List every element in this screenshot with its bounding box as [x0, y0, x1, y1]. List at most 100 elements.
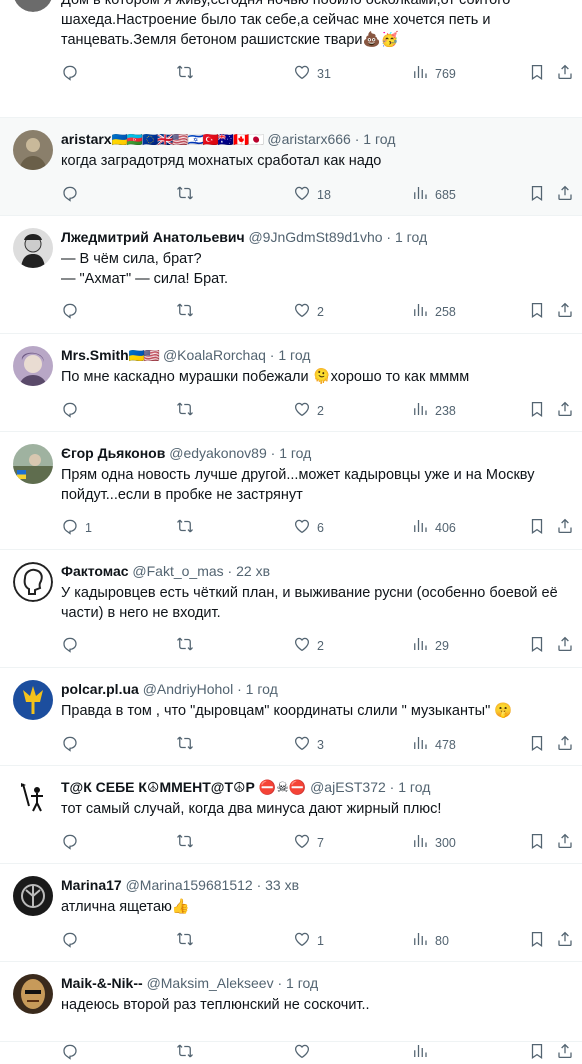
share-button[interactable]	[556, 734, 574, 755]
author-handle[interactable]: @AndriyHohol	[143, 681, 233, 697]
share-button[interactable]	[556, 517, 574, 538]
timestamp[interactable]: 1 год	[286, 975, 318, 991]
tweet[interactable]: Фактомас @Fakt_o_mas · 22 хв У кадыровцев…	[0, 550, 582, 668]
bookmark-button[interactable]	[528, 734, 546, 755]
reply-button[interactable]	[61, 635, 85, 656]
bookmark-button[interactable]	[528, 63, 546, 84]
avatar[interactable]	[13, 778, 53, 818]
like-button[interactable]: 18	[293, 184, 331, 205]
views-button[interactable]: 238	[411, 400, 456, 421]
like-button[interactable]: 2	[293, 635, 324, 656]
retweet-button[interactable]	[176, 734, 200, 755]
bookmark-button[interactable]	[528, 635, 546, 656]
like-button[interactable]	[293, 1042, 317, 1063]
share-button[interactable]	[556, 832, 574, 853]
tweet[interactable]: Mrs.Smith🇺🇦🇺🇸 @KoalaRorchaq · 1 год По мн…	[0, 334, 582, 432]
reply-button[interactable]	[61, 832, 85, 853]
tweet[interactable]: polcar.pl.ua @AndriyHohol · 1 год Правда …	[0, 668, 582, 766]
timestamp[interactable]: 1 год	[398, 779, 430, 795]
author-handle[interactable]: @ajEST372	[310, 779, 386, 795]
like-button[interactable]: 2	[293, 400, 324, 421]
like-button[interactable]: 2	[293, 301, 324, 322]
retweet-button[interactable]	[176, 400, 200, 421]
author-handle[interactable]: @Marina159681512	[126, 877, 253, 893]
tweet[interactable]: Дом в котором я живу,сегодня ночью побил…	[0, 0, 582, 118]
bookmark-button[interactable]	[528, 400, 546, 421]
like-button[interactable]: 7	[293, 832, 324, 853]
share-button[interactable]	[556, 1042, 574, 1063]
tweet[interactable]: Лжедмитрий Анатольевич @9JnGdmSt89d1vho …	[0, 216, 582, 334]
views-button[interactable]: 685	[411, 184, 456, 205]
tweet[interactable]: Т@К СЕБЕ К☮ММЕНТ@Т☮Р ⛔☠⛔ @ajEST372 · 1 г…	[0, 766, 582, 864]
avatar[interactable]	[13, 346, 53, 386]
reply-button[interactable]: 1	[61, 517, 92, 538]
bookmark-button[interactable]	[528, 1042, 546, 1063]
author-name[interactable]: Фактомас	[61, 563, 129, 579]
author-name[interactable]: Лжедмитрий Анатольевич	[61, 229, 245, 245]
like-button[interactable]: 3	[293, 734, 324, 755]
timestamp[interactable]: 33 хв	[265, 877, 299, 893]
avatar[interactable]	[13, 0, 53, 12]
bookmark-button[interactable]	[528, 301, 546, 322]
author-handle[interactable]: @aristarx666	[267, 131, 350, 147]
bookmark-button[interactable]	[528, 930, 546, 951]
reply-button[interactable]	[61, 1042, 85, 1063]
views-button[interactable]: 406	[411, 517, 456, 538]
tweet[interactable]: Maik-&-Nik-- @Maksim_Alekseev · 1 год над…	[0, 962, 582, 1060]
retweet-button[interactable]	[176, 63, 200, 84]
tweet[interactable]: aristarx🇺🇦🇦🇿🇪🇺🇬🇧🇺🇸🇮🇱🇹🇷🇦🇺🇨🇦🇯🇵 @aristarx66…	[0, 118, 582, 216]
views-button[interactable]: 769	[411, 63, 456, 84]
avatar[interactable]	[13, 974, 53, 1014]
reply-button[interactable]	[61, 734, 85, 755]
retweet-button[interactable]	[176, 517, 200, 538]
timestamp[interactable]: 1 год	[278, 347, 310, 363]
author-name[interactable]: polcar.pl.ua	[61, 681, 139, 697]
author-handle[interactable]: @Maksim_Alekseev	[147, 975, 274, 991]
author-name[interactable]: Mrs.Smith	[61, 347, 129, 363]
views-button[interactable]: 300	[411, 832, 456, 853]
timestamp[interactable]: 22 хв	[236, 563, 270, 579]
avatar[interactable]	[13, 130, 53, 170]
retweet-button[interactable]	[176, 635, 200, 656]
timestamp[interactable]: 1 год	[246, 681, 278, 697]
author-handle[interactable]: @9JnGdmSt89d1vho	[248, 229, 382, 245]
timestamp[interactable]: 1 год	[395, 229, 427, 245]
author-name[interactable]: Єгор Дьяконов	[61, 445, 165, 461]
views-button[interactable]: 258	[411, 301, 456, 322]
share-button[interactable]	[556, 635, 574, 656]
avatar[interactable]	[13, 562, 53, 602]
like-button[interactable]: 1	[293, 930, 324, 951]
author-handle[interactable]: @edyakonov89	[169, 445, 267, 461]
retweet-button[interactable]	[176, 184, 200, 205]
author-name[interactable]: Marina17	[61, 877, 122, 893]
bookmark-button[interactable]	[528, 184, 546, 205]
avatar[interactable]	[13, 876, 53, 916]
views-button[interactable]	[411, 1042, 435, 1063]
author-name[interactable]: aristarx	[61, 131, 112, 147]
views-button[interactable]: 29	[411, 635, 449, 656]
like-button[interactable]: 31	[293, 63, 331, 84]
timestamp[interactable]: 1 год	[279, 445, 311, 461]
retweet-button[interactable]	[176, 301, 200, 322]
retweet-button[interactable]	[176, 832, 200, 853]
tweet[interactable]: Marina17 @Marina159681512 · 33 хв атлична…	[0, 864, 582, 962]
author-handle[interactable]: @KoalaRorchaq	[163, 347, 266, 363]
retweet-button[interactable]	[176, 1042, 200, 1063]
reply-button[interactable]	[61, 930, 85, 951]
views-button[interactable]: 478	[411, 734, 456, 755]
share-button[interactable]	[556, 301, 574, 322]
author-name[interactable]: Maik-&-Nik--	[61, 975, 143, 991]
avatar[interactable]	[13, 444, 53, 484]
share-button[interactable]	[556, 400, 574, 421]
author-handle[interactable]: @Fakt_o_mas	[132, 563, 223, 579]
views-button[interactable]: 80	[411, 930, 449, 951]
bookmark-button[interactable]	[528, 517, 546, 538]
avatar[interactable]	[13, 680, 53, 720]
share-button[interactable]	[556, 930, 574, 951]
tweet[interactable]: Єгор Дьяконов @edyakonov89 · 1 год Прям о…	[0, 432, 582, 550]
reply-button[interactable]	[61, 400, 85, 421]
like-button[interactable]: 6	[293, 517, 324, 538]
reply-button[interactable]	[61, 184, 85, 205]
author-name[interactable]: Т@К СЕБЕ К☮ММЕНТ@Т☮Р ⛔☠⛔	[61, 779, 306, 795]
reply-button[interactable]	[61, 63, 85, 84]
